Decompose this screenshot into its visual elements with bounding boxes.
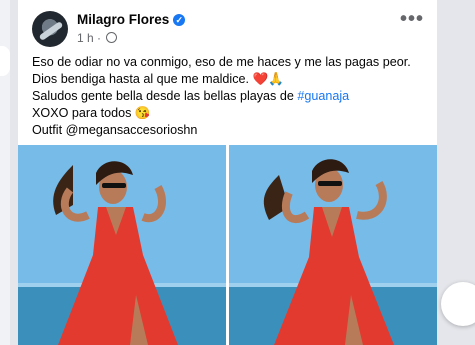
- author-name[interactable]: Milagro Flores: [77, 12, 169, 27]
- pray-emoji-icon: 🙏: [268, 72, 284, 86]
- caption-line: Dios bendiga hasta al que me maldice. ❤️…: [32, 72, 284, 86]
- post-caption: Eso de odiar no va conmigo, eso de me ha…: [32, 54, 432, 139]
- author-name-row: Milagro Flores ✓: [77, 12, 186, 27]
- caption-line: Outfit @megansaccesorioshn: [32, 123, 198, 137]
- photo-woman-red-dress-left-icon: [18, 145, 226, 345]
- post-meta: 1 h ·: [77, 31, 118, 45]
- left-panel-card: [0, 46, 10, 76]
- heart-emoji-icon: ❤️: [252, 72, 269, 86]
- public-globe-icon: [106, 32, 118, 43]
- floating-action-button[interactable]: [441, 282, 475, 326]
- hashtag-link[interactable]: #guanaja: [297, 89, 349, 103]
- caption-line: Eso de odiar no va conmigo, eso de me ha…: [32, 55, 411, 69]
- verified-badge-icon: ✓: [173, 14, 186, 26]
- left-panel-edge: [0, 0, 10, 345]
- photo-woman-red-dress-right-icon: [229, 145, 437, 345]
- feed-post: Milagro Flores ✓ 1 h · ••• Eso de odiar n…: [18, 0, 437, 345]
- caption-line: XOXO para todos 😘: [32, 106, 151, 120]
- meta-separator: ·: [97, 31, 102, 45]
- post-photo-left[interactable]: [18, 145, 226, 345]
- post-photo-right[interactable]: [229, 145, 437, 345]
- caption-line: Saludos gente bella desde las bellas pla…: [32, 89, 350, 103]
- author-avatar[interactable]: [32, 11, 68, 47]
- kiss-emoji-icon: 😘: [134, 106, 151, 120]
- post-time[interactable]: 1 h: [77, 31, 94, 45]
- right-panel-edge: [437, 0, 475, 345]
- more-options-icon[interactable]: •••: [400, 9, 424, 29]
